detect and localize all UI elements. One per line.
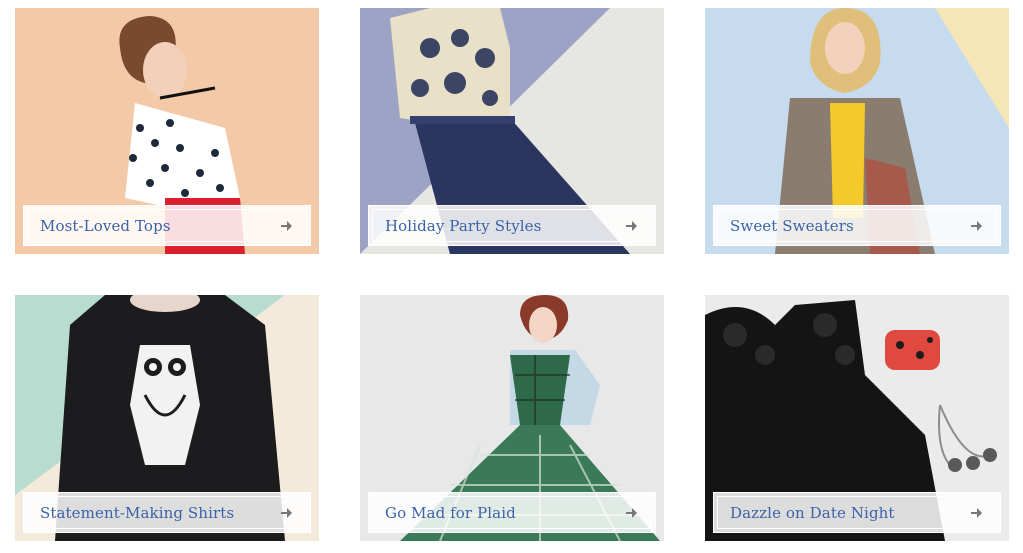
arrow-right-icon xyxy=(626,220,637,231)
category-tile-most-loved-tops[interactable]: Most-Loved Tops xyxy=(15,8,319,254)
category-tile-sweet-sweaters[interactable]: Sweet Sweaters xyxy=(705,8,1009,254)
category-label-box: Sweet Sweaters xyxy=(713,205,1001,246)
category-label: Statement-Making Shirts xyxy=(40,503,235,522)
category-label-box: Holiday Party Styles xyxy=(368,205,656,246)
category-tile-holiday-party-styles[interactable]: Holiday Party Styles xyxy=(360,8,664,254)
arrow-right-icon xyxy=(281,507,292,518)
category-tile-statement-making-shirts[interactable]: Statement-Making Shirts xyxy=(15,295,319,541)
category-label-box: Statement-Making Shirts xyxy=(23,492,311,533)
category-label-box: Most-Loved Tops xyxy=(23,205,311,246)
category-label: Go Mad for Plaid xyxy=(385,503,516,522)
category-tile-dazzle-on-date-night[interactable]: Dazzle on Date Night xyxy=(705,295,1009,541)
category-label: Holiday Party Styles xyxy=(385,216,542,235)
category-label-box: Dazzle on Date Night xyxy=(713,492,1001,533)
category-label: Most-Loved Tops xyxy=(40,216,171,235)
category-label-box: Go Mad for Plaid xyxy=(368,492,656,533)
arrow-right-icon xyxy=(971,507,982,518)
category-label: Dazzle on Date Night xyxy=(730,503,895,522)
category-label: Sweet Sweaters xyxy=(730,216,854,235)
arrow-right-icon xyxy=(281,220,292,231)
arrow-right-icon xyxy=(626,507,637,518)
category-tile-go-mad-for-plaid[interactable]: Go Mad for Plaid xyxy=(360,295,664,541)
arrow-right-icon xyxy=(971,220,982,231)
